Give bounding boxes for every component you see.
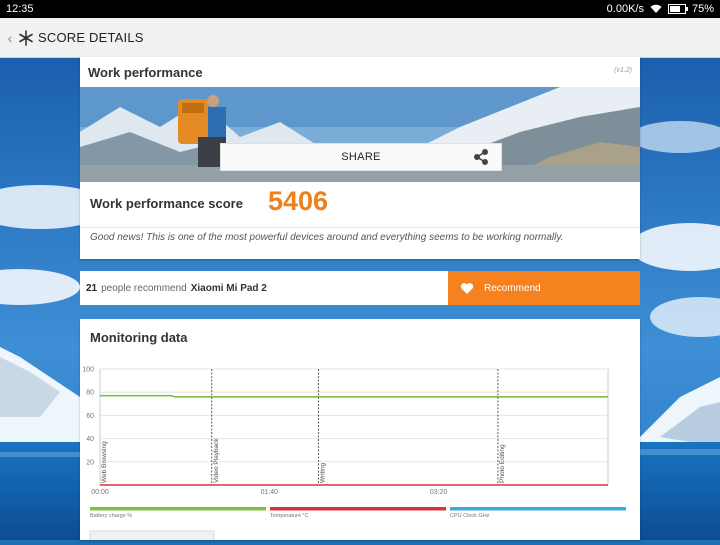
x-tick-label: 01:40 bbox=[261, 489, 279, 496]
wifi-icon bbox=[650, 4, 662, 13]
segment-label: Writing bbox=[319, 463, 326, 483]
option-button bbox=[89, 530, 215, 544]
segment-label: Web Browsing bbox=[101, 441, 108, 483]
card-header: Work performance (v1.2) bbox=[80, 57, 640, 87]
recommend-count: 21 bbox=[86, 282, 98, 294]
result-message: Good news! This is one of the most power… bbox=[90, 232, 564, 243]
plot-area bbox=[99, 368, 609, 486]
status-time: 12:35 bbox=[6, 3, 34, 15]
monitoring-card: Monitoring data 100 80 60 40 20 00:00 01:40 03:… bbox=[80, 319, 640, 544]
legend-label: Temperature °C bbox=[270, 513, 309, 519]
title-bar: ‹ SCORE DETAILS bbox=[0, 18, 720, 58]
back-arrow-icon[interactable]: ‹ bbox=[2, 30, 18, 46]
snowflake-logo-icon bbox=[19, 29, 33, 46]
y-tick-label: 60 bbox=[86, 413, 94, 420]
status-bar: 12:35 0.00K/s 75% bbox=[0, 0, 720, 18]
battery-percent: 75% bbox=[691, 3, 714, 15]
recommend-button-label: Recommend bbox=[484, 282, 541, 294]
x-tick-label: 03:20 bbox=[430, 489, 448, 496]
share-label: SHARE bbox=[341, 151, 381, 163]
legend-swatch bbox=[450, 507, 626, 511]
network-speed: 0.00K/s bbox=[606, 3, 644, 15]
page-title: SCORE DETAILS bbox=[38, 30, 144, 45]
score-row: Work performance score 5406 bbox=[80, 182, 640, 228]
recommend-info: 21 people recommend Xiaomi Mi Pad 2 bbox=[80, 271, 448, 305]
status-indicators: 0.00K/s 75% bbox=[607, 3, 714, 15]
version-label: (v1.2) bbox=[614, 67, 632, 74]
card-heading: Work performance bbox=[88, 65, 203, 80]
monitoring-heading: Monitoring data bbox=[90, 330, 188, 345]
monitoring-chart: 100 80 60 40 20 00:00 01:40 03:20 Web Browsing Vi… bbox=[80, 359, 640, 544]
segment-label: Photo Editing bbox=[499, 444, 506, 483]
legend-swatch bbox=[270, 507, 446, 511]
segment-label: Video Playback bbox=[213, 438, 220, 483]
legend-swatch bbox=[90, 507, 266, 511]
x-tick-label: 00:00 bbox=[91, 489, 109, 496]
y-tick-label: 100 bbox=[82, 367, 94, 374]
y-tick-label: 40 bbox=[86, 436, 94, 443]
battery-icon bbox=[667, 4, 688, 14]
y-tick-label: 20 bbox=[86, 459, 94, 466]
heart-icon bbox=[460, 282, 474, 294]
score-label: Work performance score bbox=[90, 196, 243, 211]
work-performance-card: Work performance (v1.2) SHARE Work perfo… bbox=[80, 57, 640, 259]
share-button[interactable]: SHARE bbox=[220, 143, 502, 171]
recommend-text: people recommend bbox=[101, 282, 187, 294]
share-icon bbox=[474, 149, 488, 165]
y-tick-label: 80 bbox=[86, 390, 94, 397]
legend-label: Battery charge % bbox=[90, 513, 132, 519]
recommend-button[interactable]: Recommend bbox=[448, 271, 640, 305]
score-value: 5406 bbox=[268, 186, 329, 216]
legend-label: CPU Clock GHz bbox=[450, 513, 490, 519]
recommend-row: 21 people recommend Xiaomi Mi Pad 2 Reco… bbox=[80, 271, 640, 305]
device-name: Xiaomi Mi Pad 2 bbox=[190, 282, 267, 294]
